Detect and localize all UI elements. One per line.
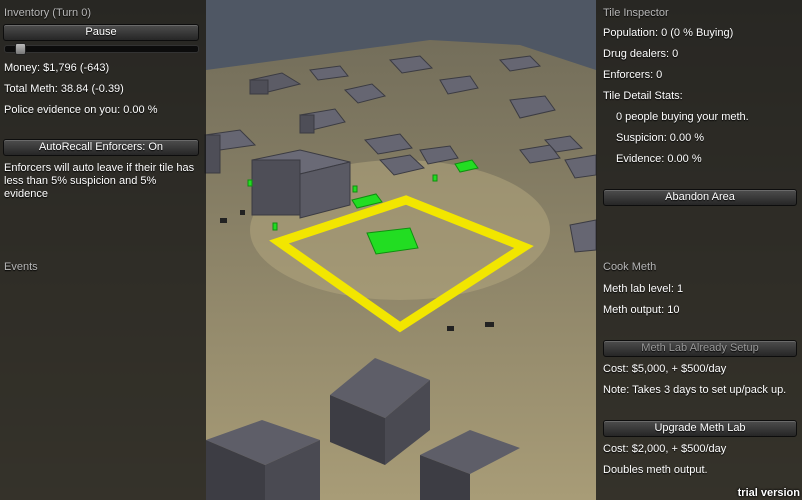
events-title: Events [4,261,38,273]
buying-text: 0 people buying your meth. [616,111,749,123]
speed-slider[interactable] [4,45,199,53]
autorecall-enforcers-button[interactable]: AutoRecall Enforcers: On [3,139,199,156]
money-text: Money: $1,796 (-643) [4,62,110,74]
tile-inspector-panel: Tile Inspector Population: 0 (0 % Buying… [596,0,802,500]
meth-lab-setup-button[interactable]: Meth Lab Already Setup [603,340,797,357]
trial-version-watermark: trial version [737,487,800,499]
evidence-text: Evidence: 0.00 % [616,153,702,165]
cook-meth-title: Cook Meth [603,261,657,273]
tile-inspector-title: Tile Inspector [603,7,669,19]
upgrade-meth-lab-button[interactable]: Upgrade Meth Lab [603,420,797,437]
upgrade-cost-text: Cost: $2,000, + $500/day [603,443,727,455]
meth-output-text: Meth output: 10 [603,304,680,316]
meth-lab-level-text: Meth lab level: 1 [603,283,684,295]
inventory-panel: Inventory (Turn 0) Pause Money: $1,796 (… [0,0,206,500]
inventory-title: Inventory (Turn 0) [4,7,92,19]
upgrade-note-text: Doubles meth output. [603,464,708,476]
total-meth-text: Total Meth: 38.84 (-0.39) [4,83,124,95]
police-evidence-text: Police evidence on you: 0.00 % [4,104,158,116]
drug-dealers-text: Drug dealers: 0 [603,48,679,60]
tile-detail-title: Tile Detail Stats: [603,90,683,102]
suspicion-text: Suspicion: 0.00 % [616,132,705,144]
abandon-area-button[interactable]: Abandon Area [603,189,797,206]
autorecall-note: Enforcers will auto leave if their tile … [4,162,195,200]
setup-cost-text: Cost: $5,000, + $500/day [603,363,727,375]
population-text: Population: 0 (0 % Buying) [603,27,734,39]
speed-slider-handle[interactable] [15,43,27,55]
pause-button[interactable]: Pause [3,24,199,41]
enforcers-text: Enforcers: 0 [603,69,663,81]
setup-note-text: Note: Takes 3 days to set up/pack up. [603,384,787,396]
